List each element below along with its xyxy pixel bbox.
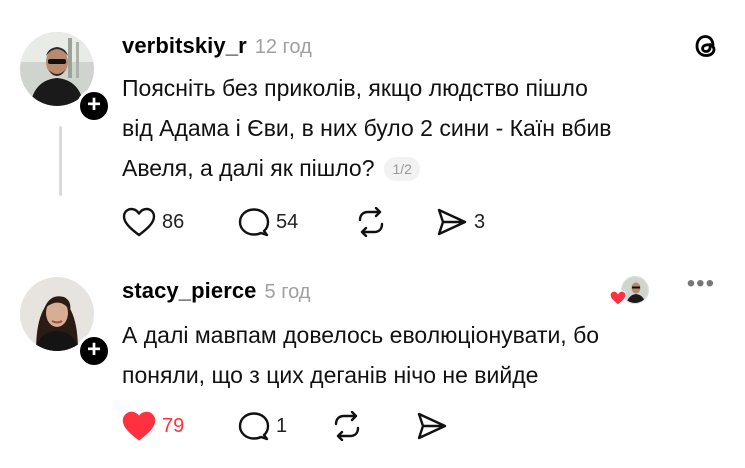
post-text-line: Поясніть без приколів, якщо людство пішл…	[122, 75, 588, 101]
like-button[interactable]: 79	[122, 411, 238, 441]
reply-count: 1	[276, 414, 288, 437]
reply-button[interactable]: 1	[238, 411, 330, 441]
username[interactable]: verbitskiy_r	[122, 33, 247, 59]
post-text-line: Авеля, а далі як пішло? 1/2	[122, 148, 722, 188]
comment-icon	[238, 412, 270, 441]
threads-logo-icon[interactable]	[691, 30, 721, 62]
heart-icon	[122, 411, 156, 441]
avatar-container[interactable]: +	[20, 32, 111, 123]
share-button[interactable]	[416, 411, 496, 441]
post-stacy: + stacy_pierce 5 год ••• А далі мавпам д…	[0, 262, 745, 468]
like-count: 86	[162, 210, 185, 233]
thread-connector-line	[59, 126, 62, 196]
more-options-icon[interactable]: •••	[687, 270, 715, 298]
action-bar: 86 54 3	[122, 204, 516, 240]
avatar-container[interactable]: +	[20, 277, 111, 368]
reply-count: 54	[276, 210, 299, 233]
post-header: verbitskiy_r 12 год	[122, 33, 312, 59]
share-button[interactable]: 3	[436, 207, 516, 237]
post-text-line: поняли, що з цих деганів нічо не вийде	[122, 362, 539, 388]
page-indicator: 1/2	[384, 157, 420, 181]
author-liked-indicator	[609, 272, 649, 312]
repost-button[interactable]	[330, 411, 416, 441]
heart-icon	[609, 290, 627, 306]
follow-plus-icon[interactable]: +	[77, 334, 111, 368]
post-verbitskiy: + verbitskiy_r 12 год Поясніть без прико…	[0, 0, 745, 260]
heart-icon	[122, 207, 156, 237]
repost-icon	[334, 411, 360, 441]
post-text-line-content: Авеля, а далі як пішло?	[122, 155, 375, 181]
post-header: stacy_pierce 5 год	[122, 278, 310, 304]
reply-button[interactable]: 54	[238, 207, 354, 237]
like-button[interactable]: 86	[122, 207, 238, 237]
post-text: Поясніть без приколів, якщо людство пішл…	[122, 68, 722, 188]
username[interactable]: stacy_pierce	[122, 278, 257, 304]
comment-icon	[238, 208, 270, 237]
send-icon	[417, 412, 447, 440]
post-time: 5 год	[264, 281, 311, 303]
send-icon	[437, 208, 467, 236]
like-count: 79	[162, 414, 185, 437]
post-text-line: А далі мавпам довелось еволюціонувати, б…	[122, 322, 600, 348]
share-count: 3	[474, 210, 486, 233]
action-bar: 79 1	[122, 408, 496, 444]
follow-plus-icon[interactable]: +	[77, 89, 111, 123]
post-text-line: від Адама і Єви, в них було 2 сини - Каї…	[122, 115, 612, 141]
repost-button[interactable]	[354, 207, 436, 237]
post-time: 12 год	[254, 36, 312, 58]
post-text: А далі мавпам довелось еволюціонувати, б…	[122, 315, 722, 395]
repost-icon	[358, 207, 384, 237]
